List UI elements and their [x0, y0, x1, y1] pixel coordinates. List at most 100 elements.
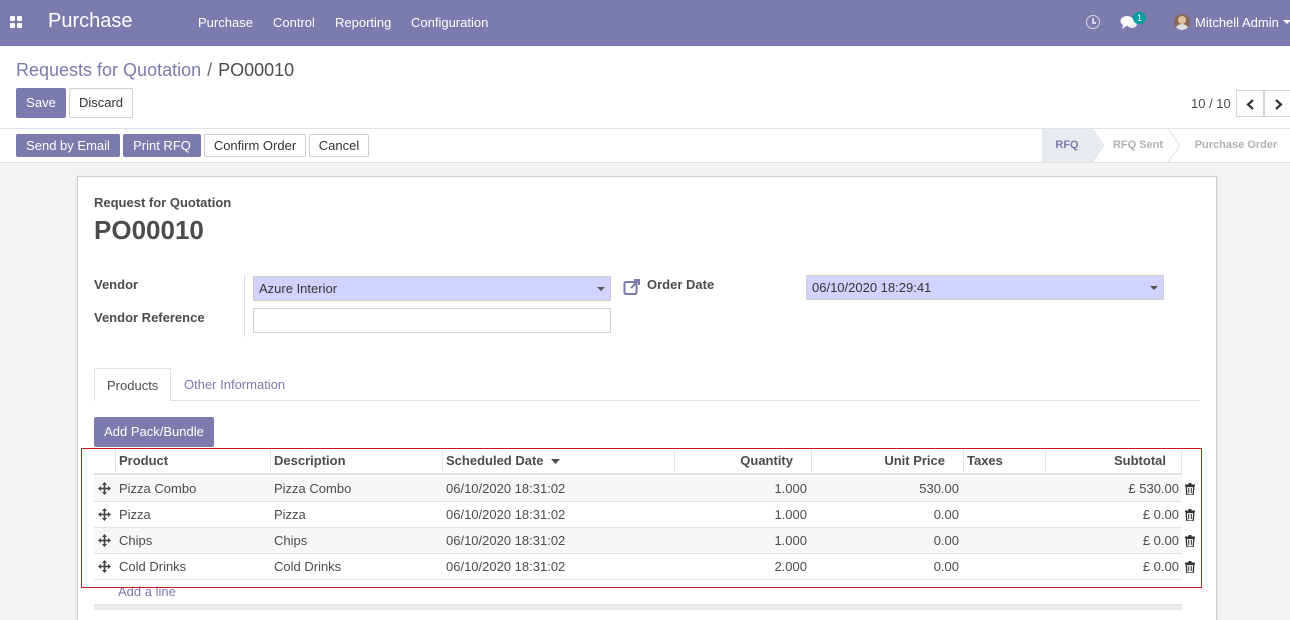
- confirm-order-button[interactable]: Confirm Order: [204, 134, 306, 157]
- status-step-rfq: RFQ: [1042, 129, 1092, 162]
- trash-icon[interactable]: [1185, 561, 1195, 573]
- breadcrumb-parent-link[interactable]: Requests for Quotation: [16, 60, 201, 80]
- cell-quantity[interactable]: 1.000: [675, 502, 807, 527]
- breadcrumb-separator: /: [207, 60, 213, 80]
- document-title: PO00010: [94, 215, 204, 245]
- chevron-right-icon: [1275, 99, 1283, 110]
- table-row[interactable]: Pizza Combo Pizza Combo 06/10/2020 18:31:0…: [94, 476, 1195, 502]
- cell-quantity[interactable]: 2.000: [675, 554, 807, 579]
- column-product[interactable]: Product: [116, 450, 271, 473]
- vendor-label: Vendor: [94, 277, 139, 292]
- handle-column-header: [94, 450, 116, 473]
- cell-unit-price[interactable]: 0.00: [812, 528, 959, 553]
- tab-products[interactable]: Products: [94, 368, 172, 401]
- vendor-reference-input[interactable]: [253, 308, 611, 333]
- cell-product[interactable]: Cold Drinks: [119, 554, 186, 579]
- cell-unit-price[interactable]: 530.00: [812, 476, 959, 501]
- menu-purchase[interactable]: Purchase: [198, 15, 253, 30]
- user-avatar[interactable]: [1174, 14, 1190, 30]
- cell-scheduled-date[interactable]: 06/10/2020 18:31:02: [446, 502, 565, 527]
- status-step-purchase-order: Purchase Order: [1194, 139, 1278, 151]
- cell-subtotal: £ 0.00: [1142, 507, 1179, 522]
- pager-value[interactable]: 10 / 10: [1191, 96, 1231, 111]
- table-row[interactable]: Cold Drinks Cold Drinks 06/10/2020 18:31:0…: [94, 554, 1195, 580]
- chevron-down-icon[interactable]: [597, 287, 605, 291]
- trash-icon[interactable]: [1185, 509, 1195, 521]
- pager-previous-button[interactable]: [1236, 90, 1264, 117]
- breadcrumb-current: PO00010: [218, 60, 295, 80]
- user-name[interactable]: Mitchell Admin: [1195, 15, 1279, 30]
- cancel-button[interactable]: Cancel: [309, 134, 369, 157]
- control-panel: Requests for Quotation / PO00010 Save Disc…: [0, 46, 1290, 129]
- cell-product[interactable]: Pizza: [119, 502, 151, 527]
- column-scheduled-date-label: Scheduled Date: [446, 453, 544, 468]
- drag-handle-icon[interactable]: [98, 482, 111, 495]
- add-a-line-link[interactable]: Add a line: [118, 584, 176, 599]
- field-separator: [244, 275, 245, 337]
- order-date-label: Order Date: [647, 277, 715, 292]
- top-navbar: Purchase Purchase Control Reporting Conf…: [0, 0, 1290, 46]
- cell-unit-price[interactable]: 0.00: [812, 554, 959, 579]
- trash-icon[interactable]: [1185, 535, 1195, 547]
- cell-subtotal: £ 530.00: [1128, 481, 1179, 496]
- breadcrumb: Requests for Quotation / PO00010: [16, 60, 294, 81]
- user-menu-caret-icon[interactable]: [1283, 20, 1290, 24]
- print-rfq-button[interactable]: Print RFQ: [123, 134, 201, 157]
- table-row[interactable]: Chips Chips 06/10/2020 18:31:02 1.000 0.00 £ …: [94, 528, 1195, 554]
- cell-subtotal: £ 0.00: [1142, 533, 1179, 548]
- column-subtotal[interactable]: Subtotal: [1046, 450, 1182, 473]
- order-lines-footer: [94, 604, 1182, 610]
- chevron-down-icon[interactable]: [1150, 286, 1158, 290]
- column-taxes[interactable]: Taxes: [964, 450, 1046, 473]
- document-subtitle: Request for Quotation: [94, 195, 232, 210]
- status-arrow-icon: [1092, 129, 1104, 162]
- column-scheduled-date[interactable]: Scheduled Date: [443, 450, 675, 473]
- column-description[interactable]: Description: [271, 450, 443, 473]
- cell-quantity[interactable]: 1.000: [675, 528, 807, 553]
- menu-configuration[interactable]: Configuration: [411, 15, 488, 30]
- cell-unit-price[interactable]: 0.00: [812, 502, 959, 527]
- tab-other-information[interactable]: Other Information: [172, 368, 297, 401]
- send-by-email-button[interactable]: Send by Email: [16, 134, 120, 157]
- sort-down-icon: [551, 459, 561, 464]
- table-row[interactable]: Pizza Pizza 06/10/2020 18:31:02 1.000 0.00 £ …: [94, 502, 1195, 528]
- drag-handle-icon[interactable]: [98, 508, 111, 521]
- vendor-value: Azure Interior: [259, 281, 338, 296]
- pager-next-button[interactable]: [1264, 90, 1290, 117]
- column-quantity[interactable]: Quantity: [675, 450, 812, 473]
- apps-menu-icon[interactable]: [10, 16, 23, 29]
- column-unit-price[interactable]: Unit Price: [812, 450, 964, 473]
- cell-scheduled-date[interactable]: 06/10/2020 18:31:02: [446, 528, 565, 553]
- vendor-reference-label: Vendor Reference: [94, 310, 205, 325]
- external-link-icon[interactable]: [623, 278, 641, 296]
- drag-handle-icon[interactable]: [98, 534, 111, 547]
- cell-scheduled-date[interactable]: 06/10/2020 18:31:02: [446, 476, 565, 501]
- discard-button[interactable]: Discard: [69, 88, 133, 118]
- menu-control[interactable]: Control: [273, 15, 315, 30]
- activity-clock-icon[interactable]: [1086, 15, 1100, 29]
- order-date-value: 06/10/2020 18:29:41: [812, 280, 932, 295]
- cell-product[interactable]: Chips: [119, 528, 152, 553]
- vendor-select[interactable]: Azure Interior: [253, 276, 611, 301]
- cell-description[interactable]: Cold Drinks: [274, 554, 341, 579]
- chat-count-badge: 1: [1133, 12, 1147, 24]
- cell-description[interactable]: Pizza Combo: [274, 476, 351, 501]
- form-statusbar: Send by Email Print RFQ Confirm Order Ca…: [0, 129, 1290, 163]
- menu-reporting[interactable]: Reporting: [335, 15, 391, 30]
- cell-subtotal: £ 0.00: [1142, 559, 1179, 574]
- cell-quantity[interactable]: 1.000: [675, 476, 807, 501]
- order-lines-header: Product Description Scheduled Date Quant…: [94, 450, 1182, 475]
- chevron-left-icon: [1246, 99, 1254, 110]
- status-arrow-icon: [1168, 129, 1180, 162]
- order-date-input[interactable]: 06/10/2020 18:29:41: [806, 275, 1164, 300]
- add-pack-bundle-button[interactable]: Add Pack/Bundle: [94, 417, 214, 447]
- save-button[interactable]: Save: [16, 88, 66, 118]
- cell-scheduled-date[interactable]: 06/10/2020 18:31:02: [446, 554, 565, 579]
- cell-description[interactable]: Chips: [274, 528, 307, 553]
- app-title: Purchase: [48, 10, 133, 32]
- status-step-rfq-sent: RFQ Sent: [1112, 139, 1164, 151]
- drag-handle-icon[interactable]: [98, 560, 111, 573]
- trash-icon[interactable]: [1185, 483, 1195, 495]
- cell-product[interactable]: Pizza Combo: [119, 476, 196, 501]
- cell-description[interactable]: Pizza: [274, 502, 306, 527]
